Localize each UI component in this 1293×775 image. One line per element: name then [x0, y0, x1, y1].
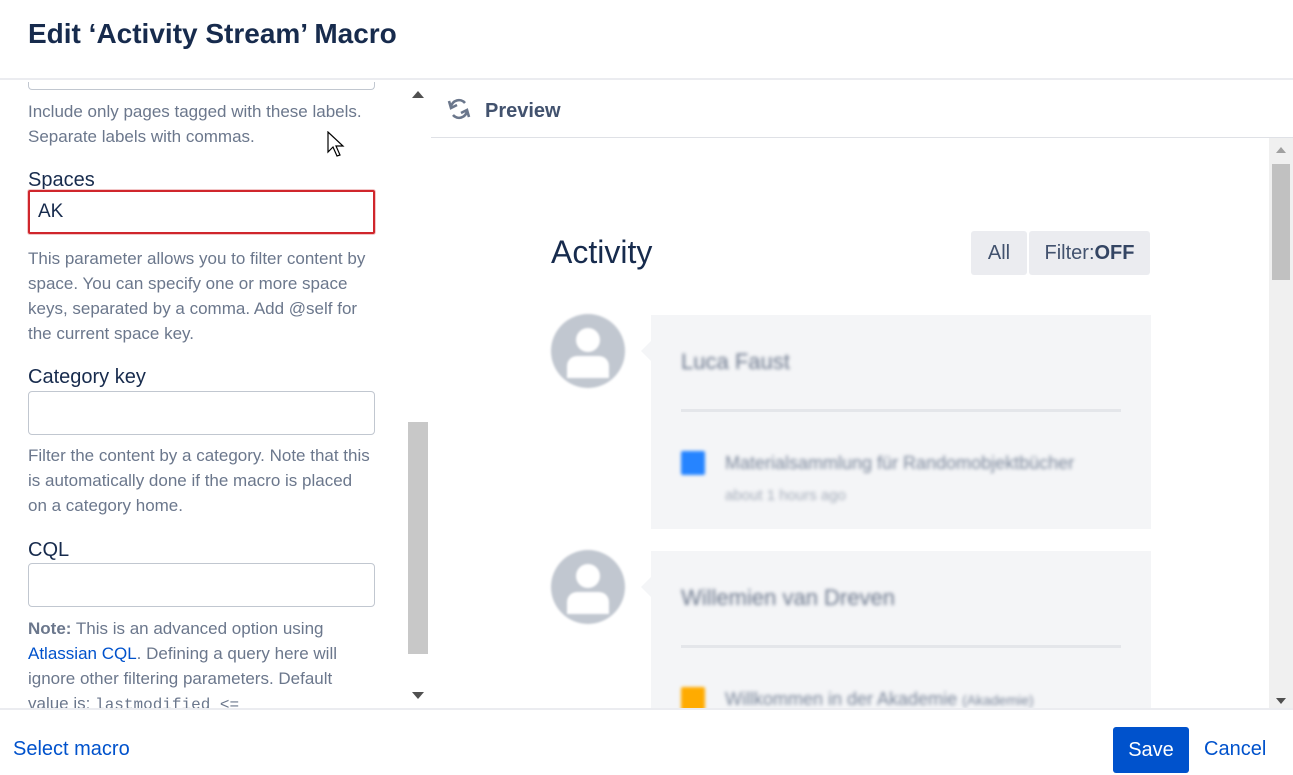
- preview-header: Preview: [431, 82, 1293, 138]
- select-macro-link[interactable]: Select macro: [13, 738, 130, 761]
- cql-label: CQL: [28, 539, 70, 561]
- activity-title: Activity: [551, 234, 653, 270]
- spaces-label: Spaces: [28, 169, 95, 191]
- activity-card: Willemien van Dreven Willkommen in der A…: [641, 551, 1151, 708]
- filter-toggle-button[interactable]: Filter:OFF: [1029, 231, 1150, 275]
- save-button[interactable]: Save: [1113, 727, 1189, 773]
- category-key-help-text: Filter the content by a category. Note t…: [28, 446, 370, 515]
- spaces-input[interactable]: [28, 190, 375, 234]
- card-divider: [681, 409, 1121, 412]
- activity-timestamp: about 1 hours ago: [725, 487, 846, 504]
- dialog-title: Edit ‘Activity Stream’ Macro: [28, 18, 397, 49]
- cancel-button[interactable]: Cancel: [1204, 738, 1266, 761]
- activity-card: Luca Faust Materialsammlung für Randomob…: [641, 315, 1151, 529]
- activity-page-title: Willkommen in der Akademie: [725, 689, 958, 708]
- mouse-cursor-icon: [327, 131, 345, 157]
- all-button[interactable]: All: [971, 231, 1027, 275]
- scroll-up-icon[interactable]: [412, 91, 424, 98]
- dialog-header: Edit ‘Activity Stream’ Macro: [0, 0, 1293, 80]
- macro-parameters-panel: Include only pages tagged with these lab…: [0, 82, 430, 708]
- preview-area: Activity All Filter:OFF Luca Faust Mater…: [431, 138, 1269, 708]
- filter-state: OFF: [1094, 242, 1135, 264]
- refresh-icon[interactable]: [447, 97, 471, 121]
- preview-title: Preview: [485, 100, 561, 122]
- labels-help-text: Include only pages tagged with these lab…: [28, 102, 362, 146]
- category-key-input[interactable]: [28, 391, 375, 435]
- left-scroll-thumb[interactable]: [408, 422, 428, 654]
- activity-user-name[interactable]: Luca Faust: [681, 349, 790, 375]
- scroll-down-icon[interactable]: [412, 692, 424, 699]
- cql-input[interactable]: [28, 563, 375, 607]
- card-divider: [681, 645, 1121, 648]
- activity-user-name[interactable]: Willemien van Dreven: [681, 585, 895, 611]
- activity-page-link[interactable]: Willkommen in der Akademie (Akademie): [725, 689, 1034, 708]
- cql-note-label: Note:: [28, 619, 72, 638]
- scroll-down-icon[interactable]: [1276, 698, 1286, 704]
- activity-space-name: (Akademie): [962, 692, 1034, 708]
- preview-scroll-thumb[interactable]: [1272, 164, 1290, 280]
- page-icon: [681, 451, 705, 475]
- category-key-label: Category key: [28, 366, 146, 388]
- avatar: [551, 314, 625, 388]
- cql-help-text: Note: This is an advanced option using A…: [28, 616, 373, 708]
- dialog-footer: Select macro Save Cancel: [0, 708, 1293, 775]
- preview-scrollbar[interactable]: [1269, 138, 1293, 708]
- avatar: [551, 550, 625, 624]
- spaces-help-text: This parameter allows you to filter cont…: [28, 249, 366, 343]
- activity-page-link[interactable]: Materialsammlung für Randomobjektbücher: [725, 453, 1074, 474]
- left-scrollbar[interactable]: [406, 82, 430, 708]
- filter-label: Filter:: [1044, 242, 1095, 264]
- labels-input[interactable]: [28, 82, 375, 90]
- scroll-up-icon[interactable]: [1276, 147, 1286, 153]
- cql-note-text: This is an advanced option using: [71, 619, 324, 638]
- atlassian-cql-link[interactable]: Atlassian CQL: [28, 644, 137, 663]
- cql-default-code: lastmodified <=: [95, 696, 240, 708]
- page-icon: [681, 687, 705, 708]
